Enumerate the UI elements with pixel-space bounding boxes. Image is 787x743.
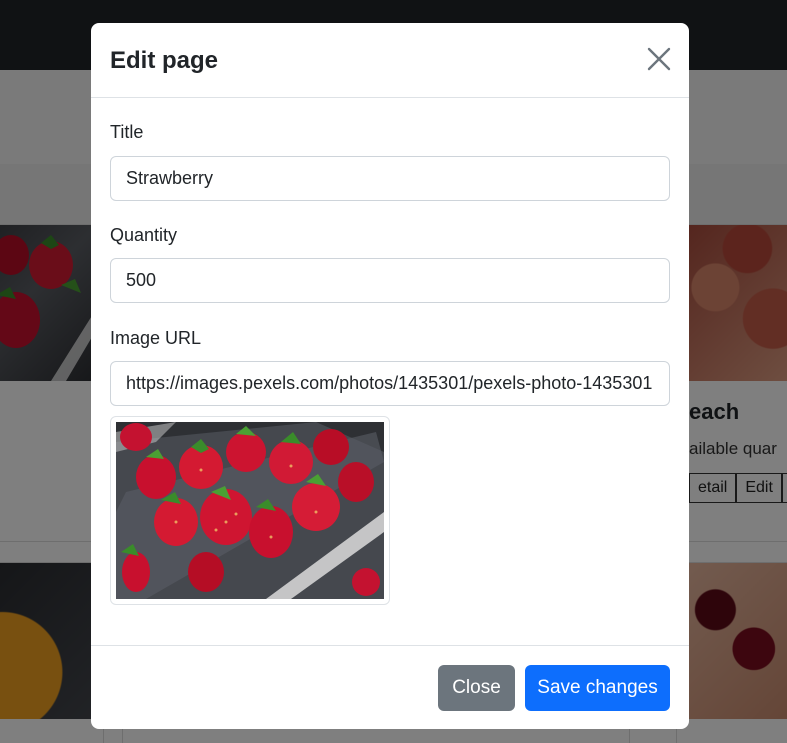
modal-body: Title Quantity Image URL (91, 98, 689, 645)
modal-header: Edit page (91, 23, 689, 98)
title-input[interactable] (110, 156, 670, 201)
image-url-input[interactable] (110, 361, 670, 406)
title-label: Title (110, 122, 144, 142)
strawberry-image (116, 422, 384, 599)
quantity-input[interactable] (110, 258, 670, 303)
image-url-label: Image URL (110, 328, 202, 348)
image-preview (110, 416, 390, 605)
save-changes-button[interactable]: Save changes (525, 665, 670, 711)
quantity-label: Quantity (110, 225, 178, 245)
modal-title: Edit page (110, 47, 219, 74)
close-icon[interactable] (645, 45, 673, 73)
edit-modal: Edit page Title Quantity Image URL (91, 23, 689, 729)
close-button[interactable]: Close (438, 665, 515, 711)
modal-footer: Close Save changes (91, 645, 689, 729)
